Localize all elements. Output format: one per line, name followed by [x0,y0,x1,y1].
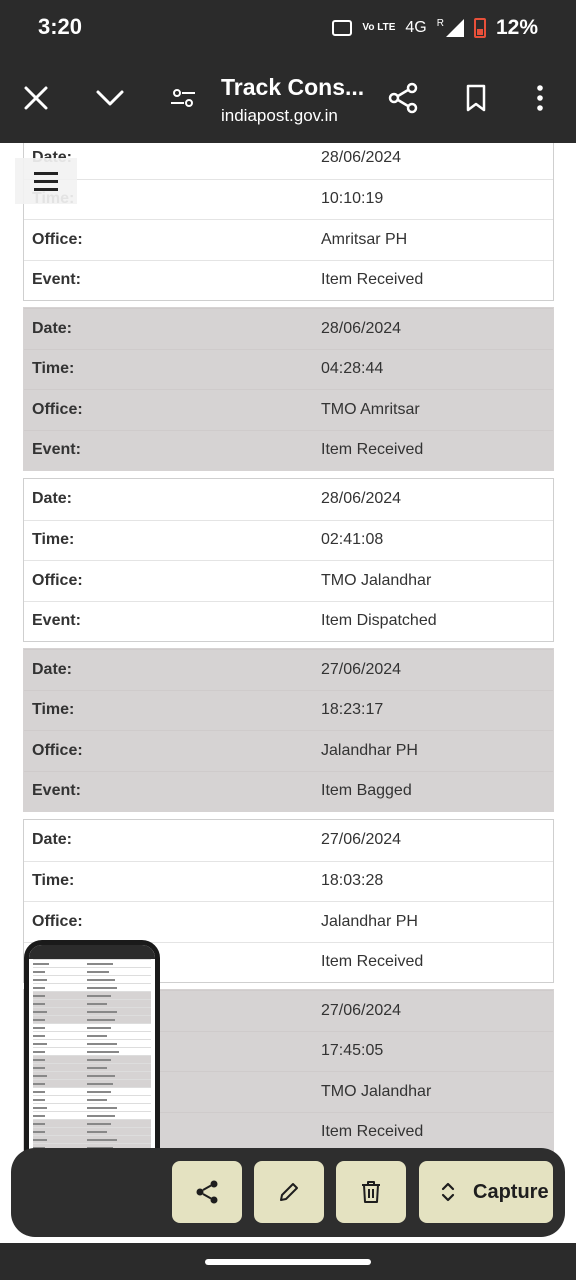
table-row: Time: 04:28:44 [24,348,553,390]
share-button[interactable] [172,1161,242,1223]
battery-icon [473,18,486,38]
share-icon[interactable] [385,80,421,116]
more-icon[interactable] [522,80,558,116]
table-row: Time: 18:03:28 [24,860,553,902]
page-url[interactable]: indiapost.gov.in [221,106,338,126]
network-type: 4G [405,19,427,36]
table-row: Date:28/06/2024 [32,149,402,167]
screenshot-action-bar: Capture [11,1148,565,1237]
table-row: Office: Amritsar PH [24,219,553,260]
table-row: Time: 02:41:08 [24,519,553,561]
edit-button[interactable] [254,1161,324,1223]
table-row: Office: Jalandhar PH [24,901,553,942]
event-table: Date:28/06/2024 Time:10:10:19 Office:Amr… [23,143,554,301]
table-row: Time:10:10:19 [24,178,553,220]
table-row: Date:28/06/2024 [32,490,402,508]
roaming-indicator: R [436,17,444,29]
volte-icon: Vo LTE [362,22,396,33]
table-row: Office:TMO Jalandhar [24,560,553,601]
status-icons: Vo LTE 4G R 12% [332,16,538,40]
vibrate-icon [332,20,353,36]
top-bar: 3:20 Vo LTE 4G R 12% Track Cons... india… [0,0,576,143]
site-menu-icon[interactable] [15,158,77,204]
status-time: 3:20 [38,14,83,39]
close-icon[interactable] [18,80,54,116]
signal-icon [445,19,464,37]
table-row: Office: TMO Amritsar [24,389,553,430]
table-row: Time: 18:23:17 [24,689,553,731]
event-table: Date: 28/06/2024 Time: 02:41:08 Office: TMO… [23,478,554,642]
chevron-down-icon[interactable] [92,80,128,116]
share-icon [196,1180,218,1204]
table-row: Date:28/06/2024 [24,308,553,349]
capture-more-button[interactable]: Capture [419,1161,553,1223]
event-table: Date: 27/06/2024 Time: 18:23:17 Office: Jal… [23,648,554,812]
table-row: Event:Item Received [24,429,553,471]
table-row: Event:Item Received [24,259,553,301]
pencil-icon [280,1183,298,1201]
capture-label: Capture [473,1180,549,1203]
bookmark-icon[interactable] [458,80,494,116]
event-table: Date: 28/06/2024 Time: 04:28:44 Office: TMO… [23,307,554,471]
expand-vertical-icon [441,1182,455,1202]
table-row: Office: Jalandhar PH [24,730,553,771]
battery-percent: 12% [495,16,538,39]
home-gesture-handle[interactable] [205,1259,371,1265]
table-row: Date:27/06/2024 [32,831,402,849]
page-settings-icon[interactable] [165,80,201,116]
navigation-bar [0,1243,576,1280]
trash-icon [362,1181,380,1203]
delete-button[interactable] [336,1161,406,1223]
table-row: Date:27/06/2024 [24,649,553,690]
table-row: Event: Item Bagged [24,770,553,812]
page-title[interactable]: Track Cons... [221,74,364,101]
table-row: Event: Item Dispatched [24,600,553,642]
